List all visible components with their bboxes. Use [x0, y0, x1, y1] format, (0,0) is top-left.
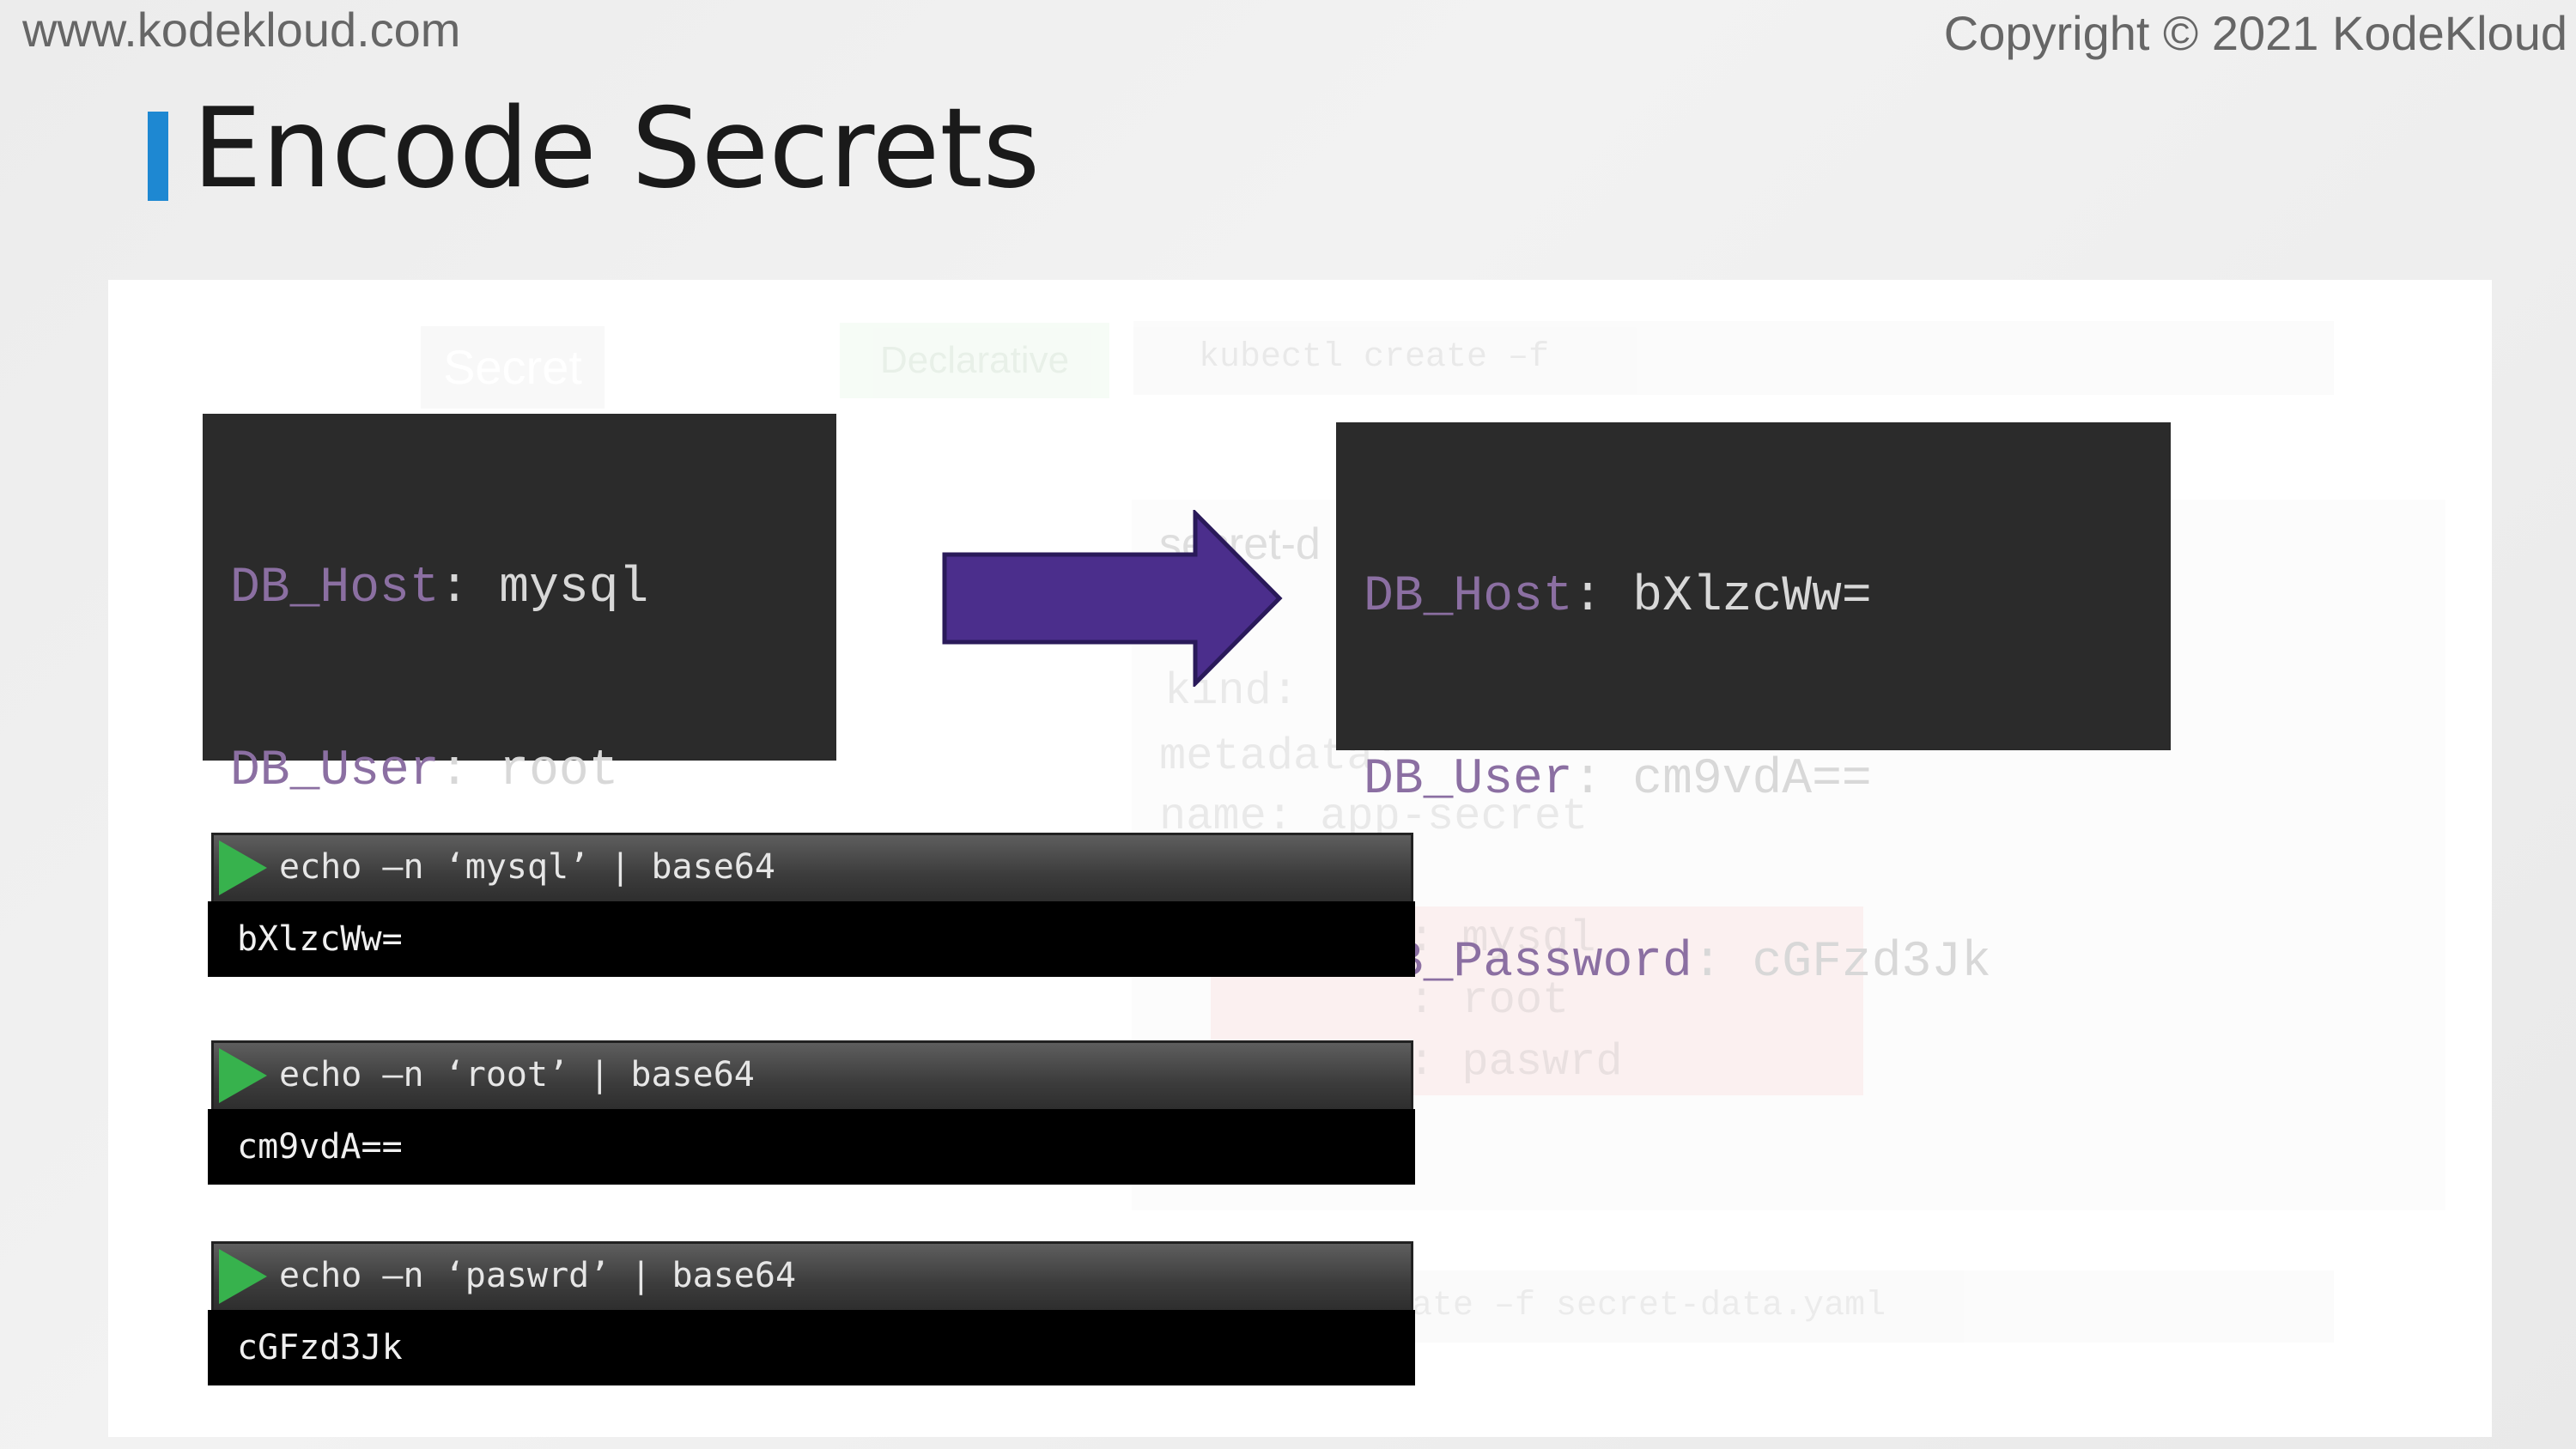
- terminal-command: echo –n ‘mysql’ | base64: [279, 847, 775, 887]
- terminal-output: cGFzd3Jk: [208, 1310, 1415, 1385]
- terminal-paswrd: echo –n ‘paswrd’ | base64 cGFzd3Jk: [208, 1241, 1415, 1385]
- value-label: mysql: [499, 561, 649, 616]
- ghost-top-command: kubectl create –f: [1133, 321, 2334, 395]
- right-arrow-icon: [942, 510, 1283, 687]
- value-label: bXlzcWw=: [1632, 569, 1872, 625]
- key-label: DB_Host: [230, 561, 440, 616]
- page-title: Encode Secrets: [192, 85, 1041, 213]
- play-icon[interactable]: [219, 840, 267, 895]
- terminal-mysql: echo –n ‘mysql’ | base64 bXlzcWw=: [208, 833, 1415, 977]
- value-label: root: [499, 743, 619, 799]
- key-label: DB_Host: [1364, 569, 1573, 625]
- plain-row-host: DB_Host: mysql: [230, 561, 649, 616]
- terminal-command-bar: echo –n ‘mysql’ | base64: [211, 833, 1413, 901]
- ghost-secret-label: Secret: [421, 326, 605, 409]
- terminal-output: cm9vdA==: [208, 1109, 1415, 1185]
- terminal-root: echo –n ‘root’ | base64 cm9vdA==: [208, 1040, 1415, 1185]
- terminal-command-bar: echo –n ‘root’ | base64: [211, 1040, 1413, 1109]
- encoded-row-password: DB_Password: cGFzd3Jk: [1364, 935, 1991, 991]
- terminal-output: bXlzcWw=: [208, 901, 1415, 977]
- ghost-bottom-command: ate –f secret-data.yaml: [1391, 1270, 2334, 1343]
- value-label: cGFzd3Jk: [1752, 935, 1991, 991]
- terminal-command-bar: echo –n ‘paswrd’ | base64: [211, 1241, 1413, 1310]
- terminal-command: echo –n ‘paswrd’ | base64: [279, 1256, 797, 1295]
- key-label: DB_User: [230, 743, 440, 799]
- value-label: cm9vdA==: [1632, 752, 1872, 808]
- copyright-notice: Copyright © 2021 KodeKloud: [1943, 6, 2567, 60]
- play-icon[interactable]: [219, 1249, 267, 1304]
- encoded-row-user: DB_User: cm9vdA==: [1364, 752, 1872, 808]
- encoded-row-host: DB_Host: bXlzcWw=: [1364, 569, 1872, 625]
- key-label: DB_User: [1364, 752, 1573, 808]
- ghost-declarative-label: Declarative: [840, 323, 1109, 398]
- terminal-command: echo –n ‘root’ | base64: [279, 1055, 755, 1094]
- plain-secret-box: DB_Host: mysql DB_User: root DB_Password…: [203, 414, 836, 982]
- site-url: www.kodekloud.com: [22, 3, 461, 57]
- title-accent-bar: [148, 112, 168, 201]
- encoded-secret-box: DB_Host: bXlzcWw= DB_User: cm9vdA== DB_P…: [1336, 422, 2171, 991]
- play-icon[interactable]: [219, 1048, 267, 1103]
- plain-row-user: DB_User: root: [230, 743, 619, 799]
